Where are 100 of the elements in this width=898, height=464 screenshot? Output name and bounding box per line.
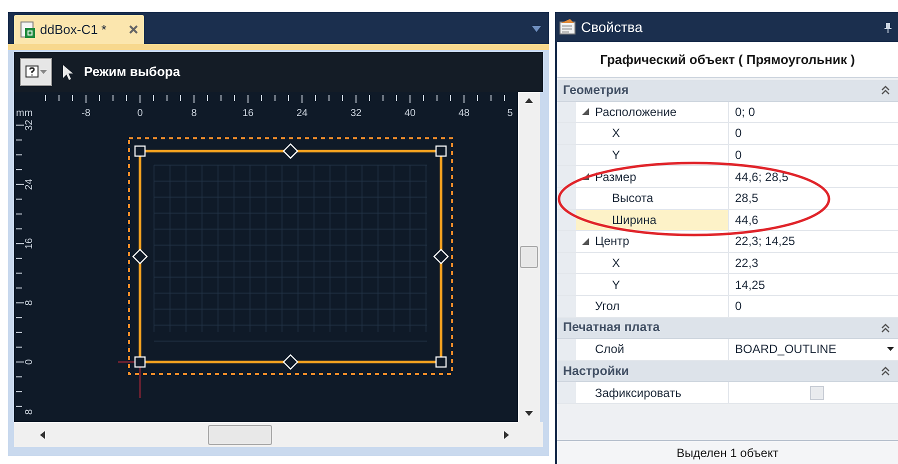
ruler-label: 16 <box>24 238 35 250</box>
property-row[interactable]: Слой BOARD_OUTLINE <box>557 339 898 361</box>
property-row[interactable]: X 22,3 <box>557 252 898 274</box>
expand-triangle-icon[interactable] <box>582 173 589 180</box>
section-header[interactable]: Геометрия <box>557 80 898 102</box>
property-label: Y <box>612 276 620 294</box>
property-label: Центр <box>595 233 630 250</box>
collapse-chevrons-icon[interactable] <box>881 85 890 96</box>
ruler-label: 8 <box>191 108 197 119</box>
property-label: Ширина <box>612 212 656 229</box>
property-row[interactable]: Размер 44,6; 28,5 <box>557 166 898 188</box>
close-icon[interactable] <box>129 25 138 34</box>
scroll-left-icon[interactable] <box>40 430 45 438</box>
ruler-label: 40 <box>404 108 416 119</box>
resize-handle[interactable] <box>134 146 146 157</box>
property-row[interactable]: Высота 28,5 <box>557 188 898 210</box>
property-value[interactable]: 0 <box>735 146 742 164</box>
property-value[interactable]: 28,5 <box>735 189 758 208</box>
vertical-scrollbar[interactable] <box>518 92 540 422</box>
row-gutter <box>557 252 576 274</box>
expand-triangle-icon[interactable] <box>582 108 589 116</box>
mode-label: Режим выбора <box>84 63 180 82</box>
property-value[interactable]: 44,6; 28,5 <box>735 168 788 186</box>
property-row[interactable]: Ширина 44,6 <box>557 210 898 232</box>
ruler-label: 8 <box>24 300 35 306</box>
row-gutter <box>557 123 576 144</box>
horizontal-scrollbar[interactable] <box>14 422 543 447</box>
expand-triangle-icon[interactable] <box>582 238 589 245</box>
scroll-thumb[interactable] <box>520 246 538 268</box>
scroll-right-icon[interactable] <box>504 430 509 438</box>
property-row[interactable]: Центр 22,3; 14,25 <box>557 231 898 253</box>
document-icon <box>20 20 36 39</box>
collapse-chevrons-icon[interactable] <box>881 322 890 333</box>
property-label: Размер <box>595 168 636 186</box>
resize-handle[interactable] <box>134 356 146 368</box>
layer-dropdown[interactable]: BOARD_OUTLINE <box>735 340 894 358</box>
properties-icon <box>559 19 577 35</box>
help-button[interactable] <box>20 58 52 86</box>
ruler-label: 0 <box>24 359 35 365</box>
property-row[interactable]: X 0 <box>557 123 898 145</box>
lock-checkbox[interactable] <box>810 386 824 400</box>
property-label: X <box>612 125 620 142</box>
scroll-down-icon[interactable] <box>525 411 533 416</box>
property-label: Слой <box>595 341 624 358</box>
panel-title: Свойства <box>581 18 642 36</box>
ruler-label: 24 <box>296 108 308 119</box>
property-label: X <box>612 255 620 272</box>
dropdown-caret-icon <box>887 347 894 352</box>
ruler-label: 5 <box>507 108 513 119</box>
dropdown-caret-icon[interactable] <box>532 26 541 32</box>
property-value[interactable]: 44,6 <box>735 210 758 229</box>
resize-handle[interactable] <box>282 354 298 370</box>
row-gutter <box>557 102 576 122</box>
property-value[interactable]: 14,25 <box>735 276 766 294</box>
resize-handle[interactable] <box>433 248 449 264</box>
section-header[interactable]: Настройки <box>557 360 898 382</box>
rectangle-shape[interactable] <box>138 150 442 364</box>
property-label: Высота <box>612 190 654 208</box>
tab-title: ddBox-C1 * <box>40 20 106 39</box>
section-header[interactable]: Печатная плата <box>557 318 898 340</box>
help-icon <box>25 64 39 80</box>
object-title: Графический объект ( Прямоугольник ) <box>600 50 855 69</box>
collapse-chevrons-icon[interactable] <box>881 366 890 376</box>
scroll-up-icon[interactable] <box>525 98 533 103</box>
ruler-label: 0 <box>137 108 143 119</box>
row-gutter <box>557 144 576 166</box>
property-row[interactable]: Угол 0 <box>557 296 898 318</box>
scroll-thumb[interactable] <box>208 424 272 444</box>
design-canvas[interactable]: mm -8 0 8 16 24 32 40 48 5 32 24 16 8 0 8 <box>14 92 518 422</box>
resize-handle[interactable] <box>435 146 447 157</box>
ruler-label: 16 <box>242 108 254 119</box>
property-value[interactable]: 0; 0 <box>735 102 756 121</box>
property-row[interactable]: Расположение 0; 0 <box>557 102 898 124</box>
resize-handle[interactable] <box>282 143 298 159</box>
property-value[interactable]: 0 <box>735 297 742 316</box>
ruler-label: 48 <box>458 108 470 119</box>
row-gutter <box>557 231 576 252</box>
pin-icon[interactable] <box>884 22 892 32</box>
resize-handle[interactable] <box>132 248 148 264</box>
resize-handle[interactable] <box>435 356 447 368</box>
row-gutter <box>557 296 576 317</box>
cursor-arrow-icon <box>62 64 74 80</box>
ruler-label: 32 <box>24 120 35 131</box>
property-value[interactable]: 0 <box>735 124 742 142</box>
property-value[interactable]: 22,3; 14,25 <box>735 232 796 250</box>
ruler-unit: mm <box>16 108 33 119</box>
ruler-label: 24 <box>24 178 35 190</box>
property-label: Расположение <box>595 104 677 121</box>
ruler-label: 8 <box>24 409 35 415</box>
property-row[interactable]: Y 0 <box>557 144 898 166</box>
row-gutter <box>557 339 576 360</box>
ruler-label: -8 <box>82 108 90 119</box>
property-row[interactable]: Y 14,25 <box>557 274 898 296</box>
property-value[interactable]: 22,3 <box>735 254 758 272</box>
property-row[interactable]: Зафиксировать <box>557 382 898 404</box>
property-label: Угол <box>595 298 620 316</box>
property-label: Y <box>612 147 620 164</box>
origin-crosshair <box>118 362 140 398</box>
row-gutter <box>557 166 576 187</box>
document-tab[interactable]: ddBox-C1 * <box>14 15 144 44</box>
